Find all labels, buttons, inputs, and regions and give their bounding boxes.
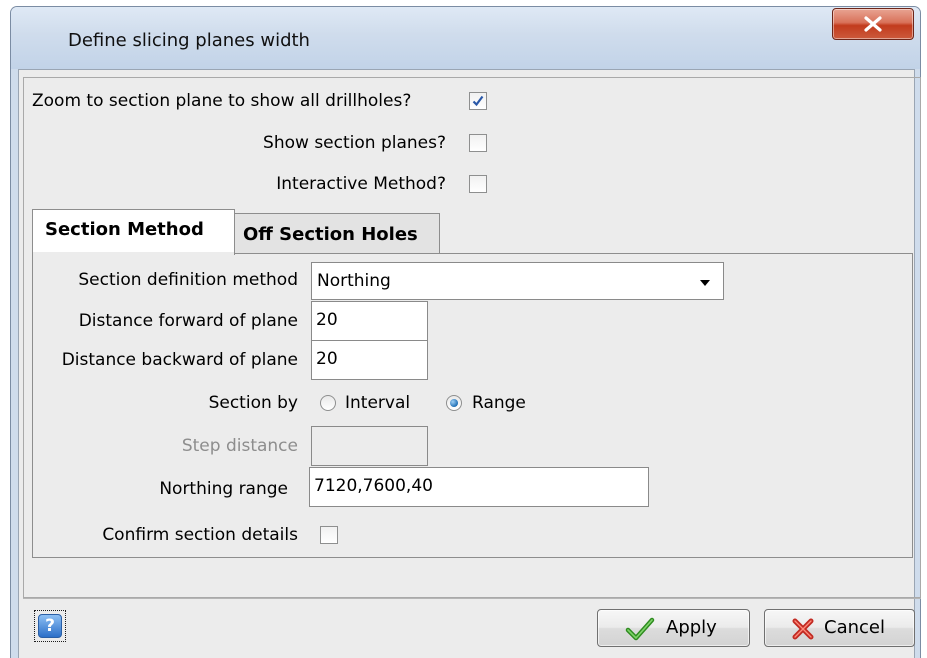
show-section-planes-checkbox[interactable]	[469, 134, 487, 152]
tab-section-method[interactable]: Section Method	[32, 209, 235, 255]
section-by-label: Section by	[208, 393, 298, 413]
step-distance-label: Step distance	[181, 436, 298, 456]
step-distance-field	[311, 426, 428, 466]
x-cross-icon	[792, 618, 814, 640]
interval-radio[interactable]	[320, 395, 336, 411]
northing-range-label: Northing range	[159, 479, 288, 499]
northing-range-field[interactable]: 7120,7600,40	[309, 467, 649, 507]
apply-button-label: Apply	[666, 617, 717, 638]
button-bar-separator	[23, 598, 921, 599]
interactive-method-checkbox[interactable]	[469, 175, 487, 193]
zoom-to-section-checkbox[interactable]	[469, 92, 487, 110]
cancel-button[interactable]: Cancel	[764, 609, 915, 647]
chevron-down-icon	[700, 280, 710, 286]
range-radio[interactable]	[446, 395, 462, 411]
interactive-method-label: Interactive Method?	[276, 174, 446, 194]
distance-backward-label: Distance backward of plane	[61, 350, 298, 370]
section-definition-label: Section definition method	[78, 270, 298, 290]
active-tab-join	[33, 252, 234, 255]
help-question-icon: ?	[38, 614, 62, 638]
checkmark-icon	[472, 95, 484, 107]
apply-button[interactable]: Apply	[597, 609, 750, 647]
tab-off-section-holes[interactable]: Off Section Holes	[234, 213, 440, 255]
zoom-to-section-label: Zoom to section plane to show all drillh…	[32, 91, 412, 111]
window-title: Define slicing planes width	[68, 30, 310, 51]
distance-backward-field[interactable]: 20	[311, 340, 428, 380]
close-button[interactable]	[832, 8, 914, 40]
section-definition-dropdown[interactable]: Northing	[311, 262, 724, 300]
interval-radio-label[interactable]: Interval	[345, 393, 410, 413]
close-x-icon	[864, 16, 882, 32]
checkmark-icon	[625, 617, 655, 641]
section-definition-value: Northing	[317, 271, 391, 291]
help-button[interactable]: ?	[34, 610, 66, 642]
confirm-section-details-label: Confirm section details	[102, 525, 298, 545]
range-radio-label[interactable]: Range	[472, 393, 526, 413]
distance-forward-field[interactable]: 20	[311, 301, 428, 341]
distance-forward-label: Distance forward of plane	[78, 311, 298, 331]
show-section-planes-label: Show section planes?	[263, 133, 446, 153]
confirm-section-details-checkbox[interactable]	[320, 526, 338, 544]
cancel-button-label: Cancel	[824, 617, 885, 638]
